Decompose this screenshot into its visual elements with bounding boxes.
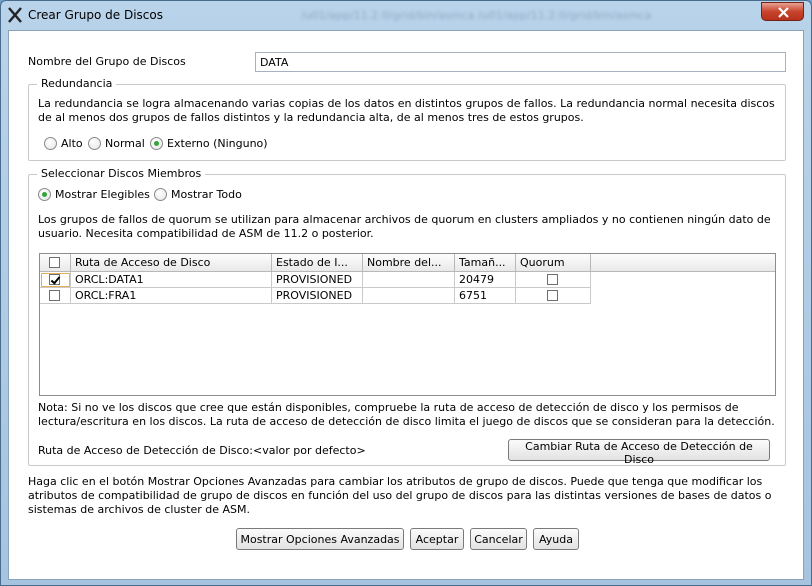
- redundancy-description: La redundancia se logra almacenando vari…: [38, 97, 775, 124]
- header-disk-path[interactable]: Ruta de Acceso de Disco: [71, 254, 272, 272]
- cell-size: 20479: [455, 272, 516, 288]
- radio-alto[interactable]: Alto: [44, 137, 83, 150]
- header-size[interactable]: Tamañ...: [455, 254, 516, 272]
- window-title-path: /u01/app/11.2.0/grid/bin/asmca /u01/app/…: [301, 9, 652, 22]
- cell-disk-path: ORCL:FRA1: [71, 288, 272, 304]
- close-icon: [778, 7, 789, 18]
- help-button[interactable]: Ayuda: [533, 528, 579, 550]
- table-row[interactable]: ORCL:FRA1 PROVISIONED 6751: [40, 288, 591, 304]
- close-button[interactable]: [761, 2, 804, 21]
- window-title: Crear Grupo de Discos: [28, 8, 163, 22]
- cell-status: PROVISIONED: [272, 288, 363, 304]
- redundancy-legend: Redundancia: [37, 77, 117, 90]
- radio-normal-label: Normal: [105, 137, 145, 150]
- radio-normal-indicator[interactable]: [88, 137, 101, 150]
- change-discovery-path-button[interactable]: Cambiar Ruta de Acceso de Detección de D…: [508, 439, 770, 466]
- show-advanced-options-button[interactable]: Mostrar Opciones Avanzadas: [236, 528, 404, 550]
- radio-show-all-label: Mostrar Todo: [171, 188, 242, 201]
- discovery-path-label: Ruta de Acceso de Detección de Disco:<va…: [38, 444, 366, 457]
- radio-externo[interactable]: Externo (Ninguno): [150, 137, 268, 150]
- header-name[interactable]: Nombre del...: [363, 254, 455, 272]
- cell-disk-path: ORCL:DATA1: [71, 272, 272, 288]
- members-legend: Seleccionar Discos Miembros: [37, 167, 206, 180]
- table-header: Ruta de Acceso de Disco Estado de I... N…: [40, 254, 775, 272]
- cell-status: PROVISIONED: [272, 272, 363, 288]
- discovery-note: Nota: Si no ve los discos que cree que e…: [38, 401, 775, 428]
- row-select-checkbox[interactable]: [49, 290, 60, 301]
- x-app-icon: [8, 7, 22, 23]
- radio-externo-label: Externo (Ninguno): [167, 137, 268, 150]
- select-all-checkbox[interactable]: [49, 257, 60, 268]
- quorum-checkbox[interactable]: [547, 274, 558, 285]
- diskgroup-name-label: Nombre del Grupo de Discos: [28, 55, 186, 68]
- cell-quorum[interactable]: [516, 288, 591, 304]
- cell-name: [363, 288, 455, 304]
- dialog-window: Crear Grupo de Discos /u01/app/11.2.0/gr…: [0, 0, 812, 586]
- cell-name: [363, 272, 455, 288]
- radio-alto-indicator[interactable]: [44, 137, 57, 150]
- header-quorum[interactable]: Quorum: [516, 254, 591, 272]
- radio-show-all[interactable]: Mostrar Todo: [154, 188, 242, 201]
- radio-externo-indicator[interactable]: [150, 137, 163, 150]
- header-status[interactable]: Estado de I...: [272, 254, 363, 272]
- row-select-checkbox[interactable]: [49, 274, 60, 285]
- radio-show-all-indicator[interactable]: [154, 188, 167, 201]
- radio-normal[interactable]: Normal: [88, 137, 145, 150]
- cancel-button[interactable]: Cancelar: [470, 528, 527, 550]
- radio-alto-label: Alto: [61, 137, 83, 150]
- cell-size: 6751: [455, 288, 516, 304]
- disk-table[interactable]: Ruta de Acceso de Disco Estado de I... N…: [39, 253, 776, 396]
- redundancy-group: Redundancia La redundancia se logra alma…: [28, 77, 786, 161]
- accept-button[interactable]: Aceptar: [410, 528, 464, 550]
- dialog-content: Nombre del Grupo de Discos Redundancia L…: [8, 30, 804, 580]
- radio-show-eligible[interactable]: Mostrar Elegibles: [38, 188, 150, 201]
- header-select-all[interactable]: [40, 254, 71, 272]
- advanced-options-note: Haga clic en el botón Mostrar Opciones A…: [28, 475, 772, 516]
- radio-show-eligible-label: Mostrar Elegibles: [55, 188, 150, 201]
- quorum-note: Los grupos de fallos de quorum se utiliz…: [38, 213, 771, 240]
- diskgroup-name-input[interactable]: [255, 52, 786, 72]
- members-group: Seleccionar Discos Miembros Mostrar Eleg…: [28, 167, 786, 466]
- row-select-cell[interactable]: [40, 288, 71, 304]
- table-row[interactable]: ORCL:DATA1 PROVISIONED 20479: [40, 272, 591, 288]
- cell-quorum[interactable]: [516, 272, 591, 288]
- quorum-checkbox[interactable]: [547, 290, 558, 301]
- radio-show-eligible-indicator[interactable]: [38, 188, 51, 201]
- title-bar[interactable]: Crear Grupo de Discos /u01/app/11.2.0/gr…: [1, 1, 811, 29]
- row-select-cell[interactable]: [40, 272, 71, 288]
